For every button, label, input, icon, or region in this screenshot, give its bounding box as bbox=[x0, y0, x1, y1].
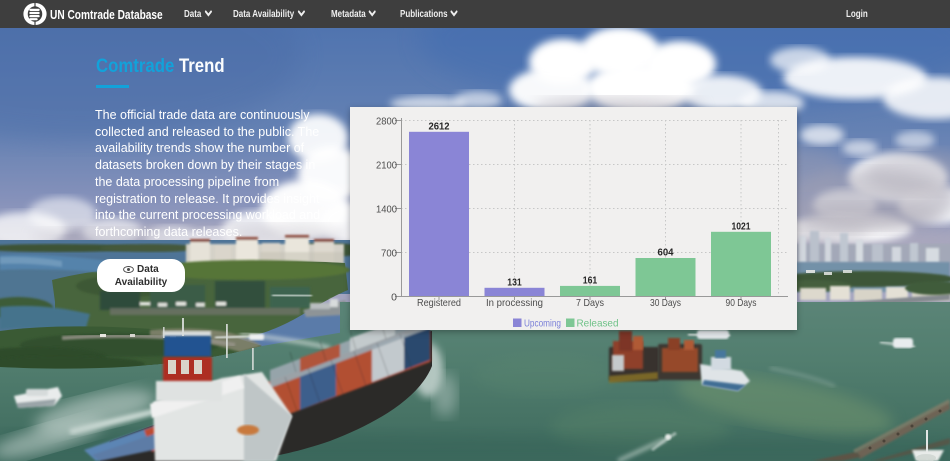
svg-text:2800: 2800 bbox=[376, 116, 397, 128]
svg-text:1021: 1021 bbox=[732, 220, 751, 232]
svg-text:Released: Released bbox=[577, 318, 619, 330]
svg-text:161: 161 bbox=[583, 274, 598, 286]
svg-text:700: 700 bbox=[381, 248, 397, 260]
svg-text:Upcoming: Upcoming bbox=[524, 318, 561, 330]
svg-text:131: 131 bbox=[507, 276, 522, 288]
svg-text:1400: 1400 bbox=[376, 204, 397, 216]
svg-text:90 Days: 90 Days bbox=[726, 297, 757, 309]
svg-text:2612: 2612 bbox=[429, 120, 450, 132]
svg-text:Registered: Registered bbox=[417, 297, 461, 309]
svg-text:7 Days: 7 Days bbox=[576, 297, 604, 309]
svg-text:In processing: In processing bbox=[486, 297, 543, 309]
svg-text:604: 604 bbox=[658, 247, 674, 259]
svg-text:0: 0 bbox=[391, 292, 397, 304]
svg-text:2100: 2100 bbox=[376, 160, 397, 172]
svg-text:30 Days: 30 Days bbox=[650, 297, 681, 309]
